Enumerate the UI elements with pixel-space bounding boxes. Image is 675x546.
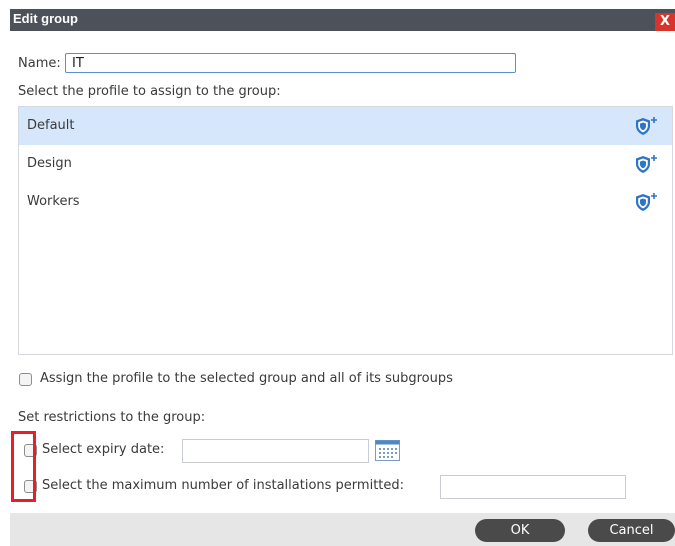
subgroups-checkbox[interactable]: [19, 373, 32, 386]
cancel-button[interactable]: Cancel: [588, 519, 675, 542]
profile-item-workers[interactable]: Workers: [19, 183, 672, 221]
profile-item-label: Design: [27, 156, 72, 171]
subgroups-label: Assign the profile to the selected group…: [40, 371, 453, 386]
profile-item-label: Workers: [27, 194, 80, 209]
profile-item-default[interactable]: Default: [19, 107, 672, 145]
dialog-titlebar: Edit group X: [10, 9, 675, 31]
dialog-title: Edit group: [13, 11, 78, 26]
expiry-date-label: Select expiry date:: [42, 442, 165, 457]
profile-select-label: Select the profile to assign to the grou…: [18, 84, 281, 99]
profile-list: Default Design Workers: [18, 106, 673, 355]
dialog-footer: OK Cancel: [10, 513, 675, 546]
highlight-box: [11, 431, 36, 502]
close-button[interactable]: X: [655, 13, 675, 31]
ok-button[interactable]: OK: [475, 519, 565, 542]
profile-item-design[interactable]: Design: [19, 145, 672, 183]
group-name-input[interactable]: [65, 53, 516, 73]
restrictions-label: Set restrictions to the group:: [18, 410, 206, 425]
expiry-date-input[interactable]: [182, 439, 369, 463]
calendar-icon[interactable]: [375, 440, 400, 461]
shield-add-icon[interactable]: [634, 192, 658, 212]
max-installations-label: Select the maximum number of installatio…: [42, 478, 405, 493]
shield-add-icon[interactable]: [634, 154, 658, 174]
name-label: Name:: [18, 56, 61, 71]
shield-add-icon[interactable]: [634, 116, 658, 136]
max-installations-input[interactable]: [440, 475, 626, 499]
profile-item-label: Default: [27, 118, 75, 133]
